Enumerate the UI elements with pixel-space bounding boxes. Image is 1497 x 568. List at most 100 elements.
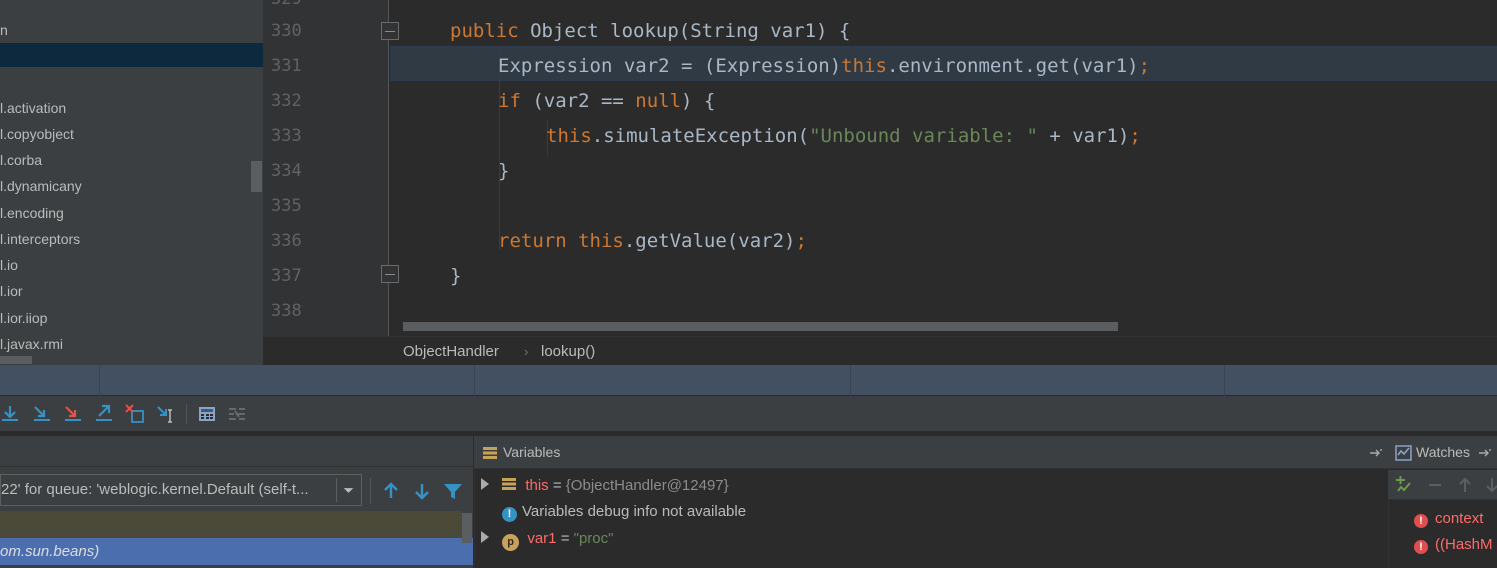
- tree-item-corba[interactable]: l.corba: [0, 149, 42, 171]
- line-number: 334: [271, 161, 302, 181]
- keyword: if: [498, 90, 521, 112]
- frame-row[interactable]: [0, 511, 462, 538]
- code-line-336[interactable]: return this.getValue(var2);: [498, 224, 807, 259]
- chevron-down-icon[interactable]: [336, 478, 360, 502]
- error-icon: !: [1414, 514, 1428, 528]
- arrow-up-icon[interactable]: [380, 480, 402, 502]
- tree-item-copyobject[interactable]: l.copyobject: [0, 123, 74, 145]
- keyword: this: [546, 125, 592, 147]
- code-text: Object lookup(String var1) {: [518, 20, 851, 42]
- tree-item-javax-rmi[interactable]: l.javax.rmi: [0, 333, 63, 355]
- add-watch-icon[interactable]: [1393, 475, 1413, 495]
- evaluate-expression-icon[interactable]: [196, 403, 218, 425]
- code-text: (var2 ==: [520, 90, 636, 112]
- watch-row[interactable]: ! context: [1414, 506, 1483, 532]
- pin-arrow-icon[interactable]: [1369, 448, 1383, 458]
- editor-horizontal-scrollbar[interactable]: [403, 322, 1118, 331]
- code-text: + var1): [1037, 125, 1130, 147]
- toolbar-separator: [370, 478, 371, 504]
- tree-item-dynamicany[interactable]: l.dynamicany: [0, 175, 82, 197]
- info-icon: !: [502, 507, 517, 522]
- tree-item[interactable]: n: [0, 19, 8, 41]
- code-line-330[interactable]: public Object lookup(String var1) {: [450, 14, 850, 49]
- variable-value: "proc": [573, 530, 614, 547]
- code-editor[interactable]: 329 330 331 332 333 334 335 336 337 338 …: [263, 0, 1497, 336]
- expand-arrow-icon[interactable]: [479, 530, 491, 544]
- breadcrumb: ObjectHandler › lookup(): [263, 336, 1497, 365]
- variable-value: {ObjectHandler@12497}: [565, 477, 729, 494]
- variable-equals: =: [556, 530, 574, 547]
- drop-frame-icon[interactable]: [124, 403, 146, 425]
- code-text: }: [450, 265, 462, 287]
- frame-label: om.sun.beans): [0, 543, 100, 560]
- watch-expression: ((HashM: [1435, 536, 1493, 553]
- line-number: 331: [271, 56, 302, 76]
- watches-title: Watches: [1416, 444, 1470, 460]
- debug-toolbar: [0, 396, 1497, 432]
- tab-divider: [1224, 365, 1225, 396]
- fold-collapse-icon[interactable]: [381, 265, 399, 283]
- expand-arrow-icon[interactable]: [479, 477, 491, 491]
- code-line-334[interactable]: }: [498, 154, 509, 189]
- tree-horizontal-scrollbar[interactable]: [0, 356, 32, 364]
- fold-collapse-icon[interactable]: [381, 22, 399, 40]
- remove-watch-icon[interactable]: [1425, 475, 1445, 495]
- tab-divider: [474, 365, 475, 396]
- variables-header: Variables: [474, 436, 1388, 469]
- variable-info-row: ! Variables debug info not available: [502, 499, 746, 525]
- keyword: this: [578, 230, 624, 252]
- code-text: .simulateException(: [591, 125, 810, 147]
- thread-selector-value: 22' for queue: 'weblogic.kernel.Default …: [1, 481, 309, 498]
- code-line-337[interactable]: }: [450, 259, 461, 294]
- arrow-down-icon[interactable]: [411, 480, 433, 502]
- trace-current-stream-icon[interactable]: [226, 403, 248, 425]
- watches-header: Watches: [1388, 436, 1497, 469]
- force-step-into-icon[interactable]: [62, 403, 84, 425]
- line-number: 338: [271, 301, 302, 321]
- thread-selector[interactable]: 22' for queue: 'weblogic.kernel.Default …: [0, 474, 362, 506]
- tree-item-ior[interactable]: l.ior: [0, 280, 23, 302]
- tree-item-encoding[interactable]: l.encoding: [0, 202, 64, 224]
- step-into-icon[interactable]: [31, 403, 53, 425]
- run-to-cursor-icon[interactable]: [155, 403, 177, 425]
- step-over-icon[interactable]: [0, 403, 22, 425]
- variable-row-var1[interactable]: p var1 = "proc": [479, 526, 613, 552]
- variables-title: Variables: [503, 444, 561, 460]
- code-line-331[interactable]: Expression var2 = (Expression)this.envir…: [498, 49, 1150, 84]
- line-number: 336: [271, 231, 302, 251]
- watch-row[interactable]: ! ((HashM: [1414, 532, 1493, 558]
- tree-item-interceptors[interactable]: l.interceptors: [0, 228, 80, 250]
- line-number: 332: [271, 91, 302, 111]
- variable-row-this[interactable]: this = {ObjectHandler@12497}: [479, 473, 729, 499]
- tree-item-io[interactable]: l.io: [0, 254, 18, 276]
- string-literal: "Unbound variable: ": [809, 125, 1038, 147]
- tree-vertical-scrollbar[interactable]: [251, 161, 262, 192]
- tab-divider: [850, 365, 851, 396]
- keyword: return: [498, 230, 567, 252]
- pin-arrow-icon[interactable]: [1478, 448, 1492, 458]
- toolbar-separator: [186, 404, 187, 424]
- tree-item-activation[interactable]: l.activation: [0, 97, 66, 119]
- frames-scrollbar[interactable]: [462, 513, 472, 543]
- move-down-icon[interactable]: [1482, 475, 1497, 495]
- filter-icon[interactable]: [442, 480, 464, 502]
- breadcrumb-class[interactable]: ObjectHandler: [403, 337, 499, 366]
- variable-name: this: [525, 477, 549, 494]
- step-out-icon[interactable]: [93, 403, 115, 425]
- tree-item-ior-iiop[interactable]: l.ior.iiop: [0, 307, 47, 329]
- frame-row-selected[interactable]: om.sun.beans): [0, 538, 473, 565]
- parameter-badge-icon: p: [502, 534, 520, 551]
- variable-equals: =: [548, 477, 566, 494]
- tree-selected-row[interactable]: [0, 43, 263, 67]
- keyword: ;: [795, 230, 807, 252]
- variables-icon: [483, 447, 497, 459]
- keyword: public: [450, 20, 519, 42]
- code-line-332[interactable]: if (var2 == null) {: [498, 84, 715, 119]
- project-tree-panel: n l.activation l.copyobject l.corba l.dy…: [0, 0, 263, 365]
- code-text: .getValue(var2): [623, 230, 796, 252]
- object-field-icon: [502, 478, 517, 490]
- move-up-icon[interactable]: [1455, 475, 1475, 495]
- code-line-333[interactable]: this.simulateException("Unbound variable…: [546, 119, 1141, 154]
- breadcrumb-method[interactable]: lookup(): [541, 337, 595, 366]
